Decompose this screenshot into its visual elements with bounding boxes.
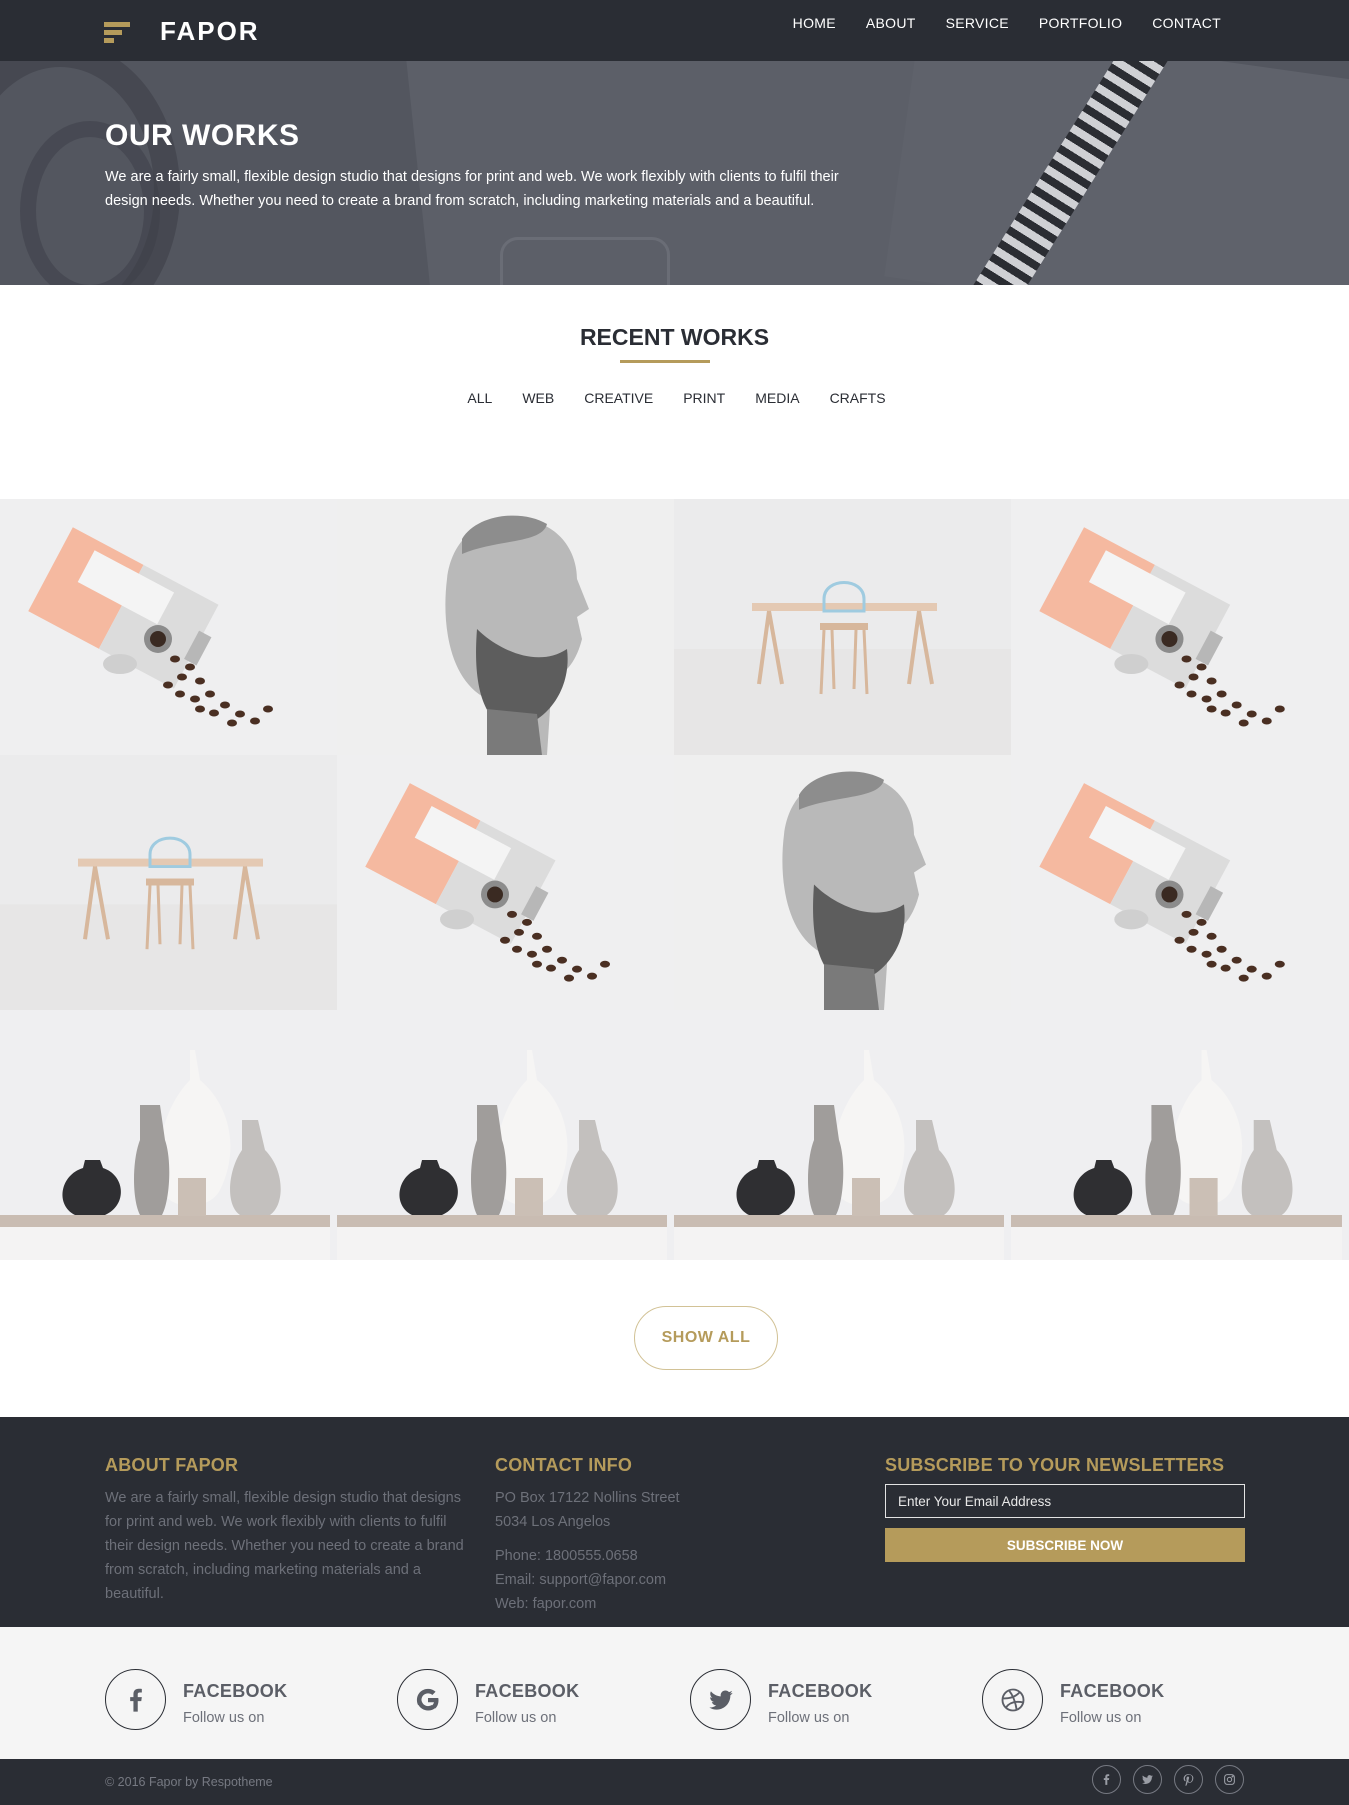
copyright-text: © 2016 Fapor by Respotheme (105, 1775, 273, 1789)
dribbble-icon[interactable] (982, 1669, 1043, 1730)
footer: ABOUT FAPOR We are a fairly small, flexi… (0, 1417, 1349, 1627)
social-title: FACEBOOK (183, 1681, 288, 1701)
recent-works-title: RECENT WORKS (579, 324, 770, 350)
navbar: FAPOR HOME ABOUT SERVICE PORTFOLIO CONTA… (0, 0, 1349, 61)
copyright-social-links (1092, 1765, 1244, 1794)
footer-about-title: ABOUT FAPOR (105, 1455, 239, 1475)
portfolio-tile-vases[interactable] (337, 1010, 674, 1260)
portfolio-tile-coffee-tin[interactable] (1011, 499, 1349, 755)
contact-address-line2: 5034 Los Angelos (495, 1514, 611, 1530)
social-title: FACEBOOK (1060, 1681, 1165, 1701)
newsletter-title: SUBSCRIBE TO YOUR NEWSLETTERS (885, 1455, 1225, 1475)
footer-contact: CONTACT INFO PO Box 17122 Nollins Street… (495, 1455, 815, 1616)
portfolio-filters: ALL WEB CREATIVE PRINT MEDIA CRAFTS (0, 390, 1349, 406)
logo[interactable]: FAPOR (104, 16, 260, 47)
portfolio-tile-table-chair[interactable] (674, 499, 1011, 755)
nav-service-link[interactable]: SERVICE (946, 15, 1009, 31)
social-subtitle: Follow us on (183, 1710, 265, 1726)
google-icon[interactable] (397, 1669, 458, 1730)
portfolio-tile-coffee-tin[interactable] (1011, 755, 1349, 1010)
social-item-twitter[interactable]: FACEBOOK Follow us on (690, 1669, 872, 1730)
facebook-icon[interactable] (1092, 1765, 1121, 1794)
footer-about-text: We are a fairly small, flexible design s… (105, 1490, 464, 1602)
main-nav: HOME ABOUT SERVICE PORTFOLIO CONTACT (793, 15, 1221, 31)
nav-contact-link[interactable]: CONTACT (1152, 15, 1221, 31)
nav-home-link[interactable]: HOME (793, 15, 836, 31)
portfolio-tile-beard-portrait[interactable] (337, 499, 674, 755)
social-subtitle: Follow us on (768, 1710, 850, 1726)
filter-crafts[interactable]: CRAFTS (830, 390, 886, 406)
contact-web: Web: fapor.com (495, 1596, 597, 1612)
portfolio-tile-vases[interactable] (1011, 1010, 1349, 1260)
contact-email: Email: support@fapor.com (495, 1572, 667, 1588)
facebook-icon[interactable] (105, 1669, 166, 1730)
nav-portfolio-link[interactable]: PORTFOLIO (1039, 15, 1122, 31)
instagram-icon[interactable] (1215, 1765, 1244, 1794)
portfolio-tile-vases[interactable] (0, 1010, 337, 1260)
hero-description: We are a fairly small, flexible design s… (105, 169, 839, 209)
copyright-bar: © 2016 Fapor by Respotheme (0, 1759, 1349, 1805)
social-title: FACEBOOK (475, 1681, 580, 1701)
social-bar: FACEBOOK Follow us on FACEBOOK Follow us… (0, 1627, 1349, 1759)
hero-banner: OUR WORKS We are a fairly small, flexibl… (0, 61, 1349, 285)
filter-media[interactable]: MEDIA (755, 390, 799, 406)
title-underline (620, 360, 710, 363)
footer-newsletter: SUBSCRIBE TO YOUR NEWSLETTERS SUBSCRIBE … (885, 1455, 1245, 1562)
newsletter-email-input[interactable] (885, 1484, 1245, 1518)
logo-text: FAPOR (160, 16, 260, 46)
social-subtitle: Follow us on (1060, 1710, 1142, 1726)
contact-address-line1: PO Box 17122 Nollins Street (495, 1490, 680, 1506)
portfolio-tile-vases[interactable] (674, 1010, 1011, 1260)
social-item-dribbble[interactable]: FACEBOOK Follow us on (982, 1669, 1164, 1730)
nav-about-link[interactable]: ABOUT (866, 15, 916, 31)
portfolio-grid (0, 499, 1349, 1260)
twitter-icon[interactable] (1133, 1765, 1162, 1794)
social-subtitle: Follow us on (475, 1710, 557, 1726)
filter-print[interactable]: PRINT (683, 390, 725, 406)
social-title: FACEBOOK (768, 1681, 873, 1701)
subscribe-button[interactable]: SUBSCRIBE NOW (885, 1528, 1245, 1562)
contact-phone: Phone: 1800555.0658 (495, 1548, 638, 1564)
social-item-facebook[interactable]: FACEBOOK Follow us on (105, 1669, 287, 1730)
hero-title: OUR WORKS (105, 119, 300, 152)
pinterest-icon[interactable] (1174, 1765, 1203, 1794)
portfolio-tile-beard-portrait[interactable] (674, 755, 1011, 1010)
footer-about: ABOUT FAPOR We are a fairly small, flexi… (105, 1455, 475, 1606)
filter-web[interactable]: WEB (522, 390, 554, 406)
social-item-google[interactable]: FACEBOOK Follow us on (397, 1669, 579, 1730)
footer-contact-title: CONTACT INFO (495, 1455, 633, 1475)
portfolio-tile-coffee-tin[interactable] (337, 755, 674, 1010)
portfolio-tile-table-chair[interactable] (0, 755, 337, 1010)
logo-icon (104, 20, 130, 44)
portfolio-tile-coffee-tin[interactable] (0, 499, 337, 755)
filter-all[interactable]: ALL (467, 390, 492, 406)
twitter-icon[interactable] (690, 1669, 751, 1730)
show-all-button[interactable]: SHOW ALL (634, 1306, 778, 1370)
filter-creative[interactable]: CREATIVE (584, 390, 653, 406)
hero-background-phone (500, 237, 670, 285)
